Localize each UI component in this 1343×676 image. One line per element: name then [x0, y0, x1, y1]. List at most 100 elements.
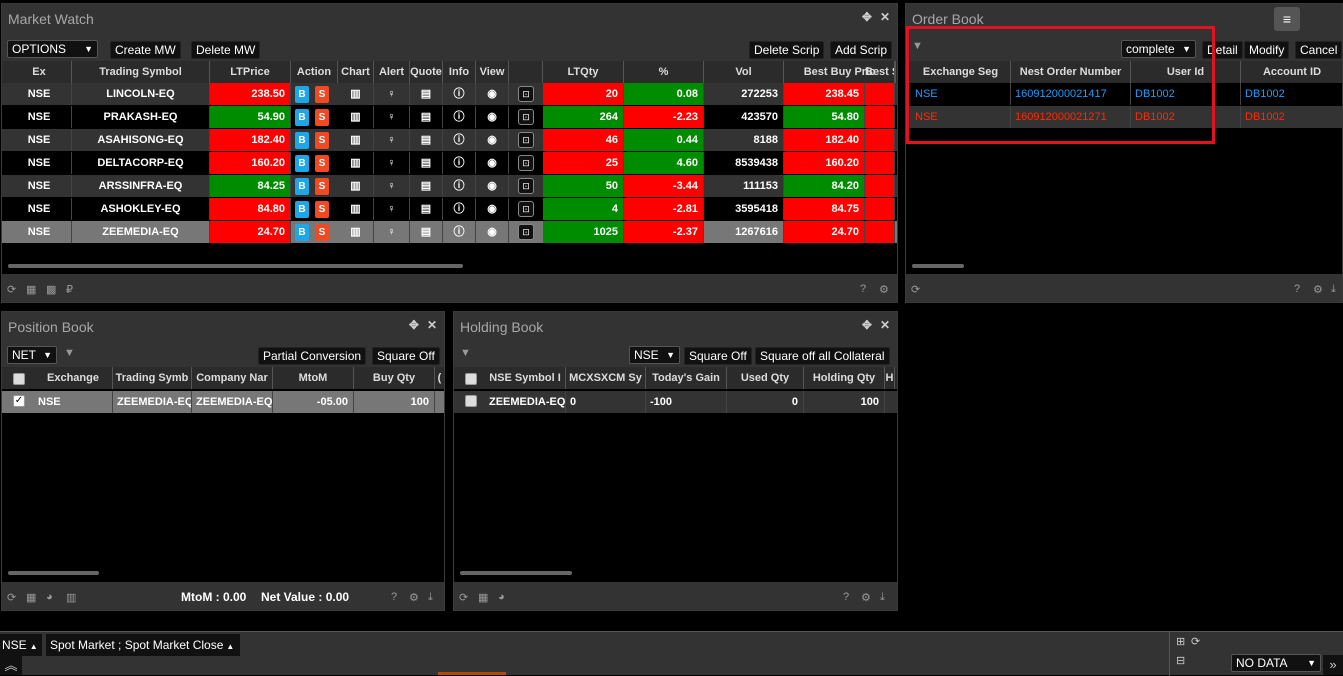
- help-icon[interactable]: ?: [843, 591, 849, 603]
- column-header[interactable]: Used Qty: [727, 367, 804, 389]
- info-icon[interactable]: ⓘ: [443, 152, 476, 174]
- filter-icon[interactable]: ▼: [64, 347, 75, 359]
- column-header[interactable]: Best S: [865, 61, 895, 83]
- exchange-dropdown[interactable]: NSE ▲: [0, 634, 42, 656]
- view-eye-icon[interactable]: ◉: [476, 129, 509, 151]
- settings-icon[interactable]: ⚙: [861, 591, 871, 604]
- market-status-dropdown[interactable]: Spot Market ; Spot Market Close ▲: [46, 634, 240, 656]
- square-off-button[interactable]: Square Off: [684, 347, 752, 365]
- column-header[interactable]: Today's Gain: [646, 367, 727, 389]
- modify-button[interactable]: Modify: [1244, 41, 1290, 59]
- close-icon[interactable]: ✕: [427, 318, 437, 332]
- horizontal-scrollbar[interactable]: [912, 264, 964, 268]
- column-header[interactable]: [509, 61, 543, 83]
- column-header[interactable]: Info: [443, 61, 476, 83]
- delete-scrip-button[interactable]: Delete Scrip: [749, 41, 825, 59]
- view-eye-icon[interactable]: ◉: [476, 152, 509, 174]
- refresh-icon[interactable]: ⟳: [7, 591, 16, 604]
- horizontal-scrollbar[interactable]: [8, 571, 99, 575]
- view-eye-icon[interactable]: ◉: [476, 198, 509, 220]
- menu-icon[interactable]: ≡: [1274, 7, 1300, 31]
- column-header[interactable]: Ex: [7, 61, 72, 83]
- settings-icon[interactable]: ⚙: [879, 283, 889, 296]
- market-watch-row[interactable]: NSE LINCOLN-EQ 238.50 B S ▥ ♀ ▤ ⓘ ◉ ⊡ 20 0.08 272253 2…: [2, 83, 897, 105]
- pie-chart-icon[interactable]: ◕: [498, 591, 505, 603]
- quote-icon[interactable]: ▤: [410, 221, 443, 243]
- column-header[interactable]: Chart: [338, 61, 374, 83]
- chart-icon[interactable]: ▥: [338, 221, 374, 243]
- sell-button[interactable]: S: [315, 224, 329, 241]
- download-icon[interactable]: ⤓: [880, 591, 885, 604]
- partial-conversion-button[interactable]: Partial Conversion: [258, 347, 367, 365]
- sell-button[interactable]: S: [315, 178, 329, 195]
- info-icon[interactable]: ⓘ: [443, 221, 476, 243]
- column-header[interactable]: Quote: [410, 61, 443, 83]
- alert-bulb-icon[interactable]: ♀: [374, 106, 410, 128]
- move-icon[interactable]: ✥: [409, 318, 419, 332]
- select-all-checkbox[interactable]: [465, 373, 477, 385]
- quote-icon[interactable]: ▤: [410, 152, 443, 174]
- chart-icon[interactable]: ▥: [338, 129, 374, 151]
- column-header[interactable]: H: [885, 367, 895, 389]
- sell-button[interactable]: S: [315, 86, 329, 103]
- market-watch-row[interactable]: NSE ASHOKLEY-EQ 84.80 B S ▥ ♀ ▤ ⓘ ◉ ⊡ 4 -2.81 3595418…: [2, 198, 897, 220]
- download-icon[interactable]: ⤓: [428, 591, 433, 604]
- column-header[interactable]: Account ID: [1241, 61, 1342, 83]
- column-header[interactable]: LTQty: [543, 61, 624, 83]
- add-scrip-button[interactable]: Add Scrip: [830, 41, 893, 59]
- select-all-checkbox[interactable]: [13, 373, 25, 385]
- column-header[interactable]: Vol: [704, 61, 784, 83]
- expand-icon[interactable]: ⊡: [518, 86, 534, 102]
- view-eye-icon[interactable]: ◉: [476, 83, 509, 105]
- help-icon[interactable]: ?: [391, 591, 397, 603]
- column-header[interactable]: NSE Symbol I: [485, 367, 566, 389]
- buy-button[interactable]: B: [295, 109, 309, 126]
- expand-icon[interactable]: ⊡: [518, 132, 534, 148]
- grid-icon[interactable]: ▦: [26, 283, 36, 296]
- market-watch-row[interactable]: NSE PRAKASH-EQ 54.90 B S ▥ ♀ ▤ ⓘ ◉ ⊡ 264 -2.23 423570…: [2, 106, 897, 128]
- quote-icon[interactable]: ▤: [410, 198, 443, 220]
- alert-bulb-icon[interactable]: ♀: [374, 83, 410, 105]
- buy-button[interactable]: B: [295, 178, 309, 195]
- remove-icon[interactable]: ⊟: [1176, 654, 1185, 667]
- expand-up-icon[interactable]: ︽: [0, 656, 22, 675]
- refresh-icon[interactable]: ⟳: [1191, 635, 1200, 648]
- column-header[interactable]: Trading Symb: [113, 367, 192, 389]
- settings-icon[interactable]: ⚙: [409, 591, 419, 604]
- filter-icon[interactable]: ▼: [460, 347, 471, 359]
- horizontal-scrollbar[interactable]: [8, 264, 463, 268]
- info-icon[interactable]: ⓘ: [443, 175, 476, 197]
- position-row[interactable]: ✓ NSE ZEEMEDIA-EQ ZEEMEDIA-EQ -05.00 100: [2, 391, 444, 413]
- row-checkbox[interactable]: ✓: [13, 395, 25, 407]
- cancel-button[interactable]: Cancel: [1295, 41, 1343, 59]
- rupee-icon[interactable]: ₽: [66, 283, 73, 296]
- chart-icon[interactable]: ▥: [338, 175, 374, 197]
- chart-icon[interactable]: ▥: [338, 106, 374, 128]
- column-header[interactable]: Holding Qty: [804, 367, 885, 389]
- holding-row[interactable]: ZEEMEDIA-EQ 0 -100 0 100: [454, 391, 897, 413]
- pie-chart-icon[interactable]: ◕: [46, 591, 53, 603]
- alert-bulb-icon[interactable]: ♀: [374, 152, 410, 174]
- grid-small-icon[interactable]: ▩: [46, 283, 56, 296]
- refresh-icon[interactable]: ⟳: [911, 283, 920, 296]
- move-icon[interactable]: ✥: [862, 10, 872, 24]
- column-header[interactable]: %: [624, 61, 704, 83]
- info-icon[interactable]: ⓘ: [443, 198, 476, 220]
- quote-icon[interactable]: ▤: [410, 83, 443, 105]
- square-off-all-collateral-button[interactable]: Square off all Collateral: [755, 347, 890, 365]
- row-checkbox[interactable]: [465, 395, 477, 407]
- column-header[interactable]: Action: [291, 61, 338, 83]
- help-icon[interactable]: ?: [1294, 283, 1300, 295]
- sell-button[interactable]: S: [315, 109, 329, 126]
- buy-button[interactable]: B: [295, 86, 309, 103]
- market-watch-row[interactable]: NSE ZEEMEDIA-EQ 24.70 B S ▥ ♀ ▤ ⓘ ◉ ⊡ 1025 -2.37 1267…: [2, 221, 897, 243]
- expand-icon[interactable]: ⊡: [518, 224, 534, 240]
- no-data-select[interactable]: NO DATA ▼: [1231, 654, 1321, 672]
- move-icon[interactable]: ✥: [862, 318, 872, 332]
- alert-bulb-icon[interactable]: ♀: [374, 129, 410, 151]
- refresh-icon[interactable]: ⟳: [7, 283, 16, 296]
- info-icon[interactable]: ⓘ: [443, 129, 476, 151]
- exchange-select[interactable]: NSE ▼: [629, 346, 680, 364]
- column-header[interactable]: Buy Qty: [354, 367, 435, 389]
- bar-chart-icon[interactable]: ▥: [66, 591, 76, 604]
